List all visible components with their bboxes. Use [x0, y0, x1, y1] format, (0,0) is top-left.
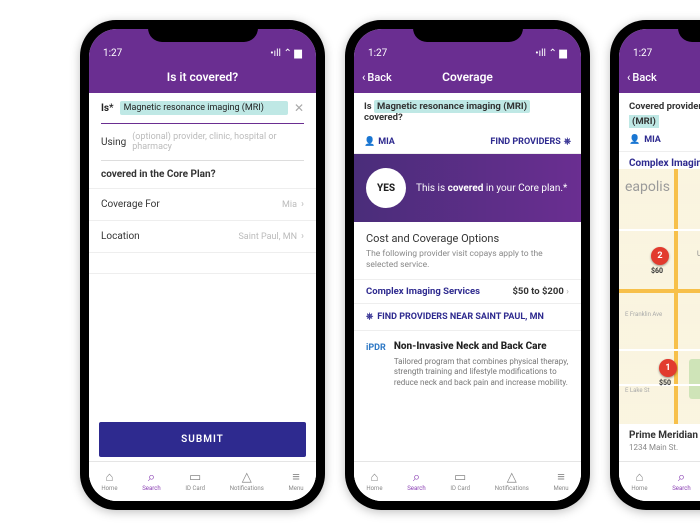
provider-name: Prime Meridian Clinic: [629, 430, 700, 441]
chevron-right-icon: ›: [301, 199, 304, 210]
tab-notifications[interactable]: △Notifications: [495, 471, 529, 492]
location-row[interactable]: Location Saint Paul, MN›: [89, 220, 316, 252]
tab-bar: ⌂Home ⌕Search ▭ID Card △Notifications ≡M…: [354, 461, 581, 501]
service-price-row[interactable]: Complex Imaging Services $50 to $200 ›: [354, 279, 581, 303]
covered-providers-text: Covered providers for Magnetic re: [619, 93, 700, 116]
tab-menu[interactable]: ≡Menu: [289, 471, 304, 492]
nav-title: ‹Back Providers: [619, 61, 700, 93]
clear-icon[interactable]: ✕: [294, 101, 304, 115]
tab-home[interactable]: ⌂Home: [366, 471, 382, 492]
coverage-question: Is Magnetic resonance imaging (MRI) cove…: [354, 93, 581, 131]
tab-search[interactable]: ⌕Search: [672, 471, 690, 492]
tab-bar: ⌂Home ⌕Search ▭ID Card △Notifications ≡M…: [89, 461, 316, 501]
nav-title: ‹Back Coverage: [354, 61, 581, 93]
chevron-left-icon: ‹: [362, 71, 365, 84]
map-pin[interactable]: 1: [659, 359, 677, 377]
coverage-banner: YES This is covered in your Core plan.*: [354, 154, 581, 222]
chevron-right-icon: ›: [301, 231, 304, 242]
user-name: MIA: [378, 137, 395, 147]
tab-search[interactable]: ⌕Search: [142, 471, 160, 492]
phone-mockup-1: 1:27 •ıll ⌃ ▆ Is it covered? Is* Magneti…: [80, 20, 325, 510]
provider-group-label: Complex Imaging: [619, 152, 700, 169]
id-card-icon: ▭: [454, 471, 466, 484]
cost-section-subtitle: The following provider visit copays appl…: [354, 249, 581, 279]
home-icon: ⌂: [636, 471, 644, 484]
id-card-icon: ▭: [189, 471, 201, 484]
search-icon: ⌕: [413, 471, 420, 484]
program-card[interactable]: iPDR Non-Invasive Neck and Back Care Tai…: [354, 331, 581, 398]
back-button[interactable]: ‹Back: [627, 61, 657, 93]
is-label: Is*: [101, 103, 114, 114]
map-pin[interactable]: 2: [651, 247, 669, 265]
search-icon: ⌕: [148, 471, 155, 484]
find-providers-near-link[interactable]: ⎈ FIND PROVIDERS NEAR SAINT PAUL, MN: [354, 303, 581, 331]
using-label: Using: [101, 137, 126, 148]
coverage-for-row[interactable]: Coverage For Mia›: [89, 188, 316, 220]
find-providers-link[interactable]: FIND PROVIDERS ⎈: [490, 137, 571, 147]
menu-icon: ≡: [557, 471, 565, 484]
bell-icon: △: [242, 471, 252, 484]
chevron-right-icon: ›: [566, 286, 569, 297]
home-icon: ⌂: [106, 471, 114, 484]
program-logo: iPDR: [366, 341, 386, 388]
chevron-left-icon: ‹: [627, 71, 630, 84]
using-input[interactable]: (optional) provider, clinic, hospital or…: [132, 132, 304, 152]
program-title: Non-Invasive Neck and Back Care: [394, 341, 569, 353]
program-description: Tailored program that combines physical …: [394, 357, 569, 388]
tab-bar: ⌂Home ⌕Search ▭ID Card △Notifications ≡M…: [619, 461, 700, 501]
search-icon: ⌕: [678, 471, 685, 484]
home-icon: ⌂: [371, 471, 379, 484]
nav-title: Is it covered?: [89, 61, 316, 93]
phone-mockup-2: 1:27 •ıll ⌃ ▆ ‹Back Coverage Is Magnetic…: [345, 20, 590, 510]
tab-notifications[interactable]: △Notifications: [230, 471, 264, 492]
tab-search[interactable]: ⌕Search: [407, 471, 425, 492]
phone-mockup-3: 1:27 •ıll ⌃ ▆ ‹Back Providers Covered pr…: [610, 20, 700, 510]
pin-icon: ⎈: [564, 137, 571, 147]
user-name: MIA: [644, 135, 661, 145]
provider-map[interactable]: wart Park eapolis U.S. Bank Stadium E Fr…: [619, 169, 700, 424]
menu-icon: ≡: [292, 471, 300, 484]
yes-badge: YES: [366, 168, 406, 208]
tab-id-card[interactable]: ▭ID Card: [185, 471, 205, 492]
tab-menu[interactable]: ≡Menu: [554, 471, 569, 492]
user-icon: 👤: [629, 135, 640, 145]
user-icon: 👤: [364, 137, 375, 147]
back-button[interactable]: ‹Back: [362, 61, 392, 93]
provider-card[interactable]: Prime Meridian Clinic 1234 Main St.: [619, 424, 700, 452]
bell-icon: △: [507, 471, 517, 484]
is-input[interactable]: Magnetic resonance imaging (MRI): [120, 101, 288, 115]
map-city-label: eapolis: [625, 179, 670, 195]
submit-button[interactable]: SUBMIT: [99, 422, 306, 457]
tab-home[interactable]: ⌂Home: [631, 471, 647, 492]
covered-in-plan-text: covered in the Core Plan?: [89, 161, 316, 188]
cost-section-title: Cost and Coverage Options: [354, 222, 581, 249]
provider-address: 1234 Main St.: [629, 443, 700, 452]
pin-icon: ⎈: [366, 312, 373, 322]
tab-home[interactable]: ⌂Home: [101, 471, 117, 492]
tab-id-card[interactable]: ▭ID Card: [450, 471, 470, 492]
